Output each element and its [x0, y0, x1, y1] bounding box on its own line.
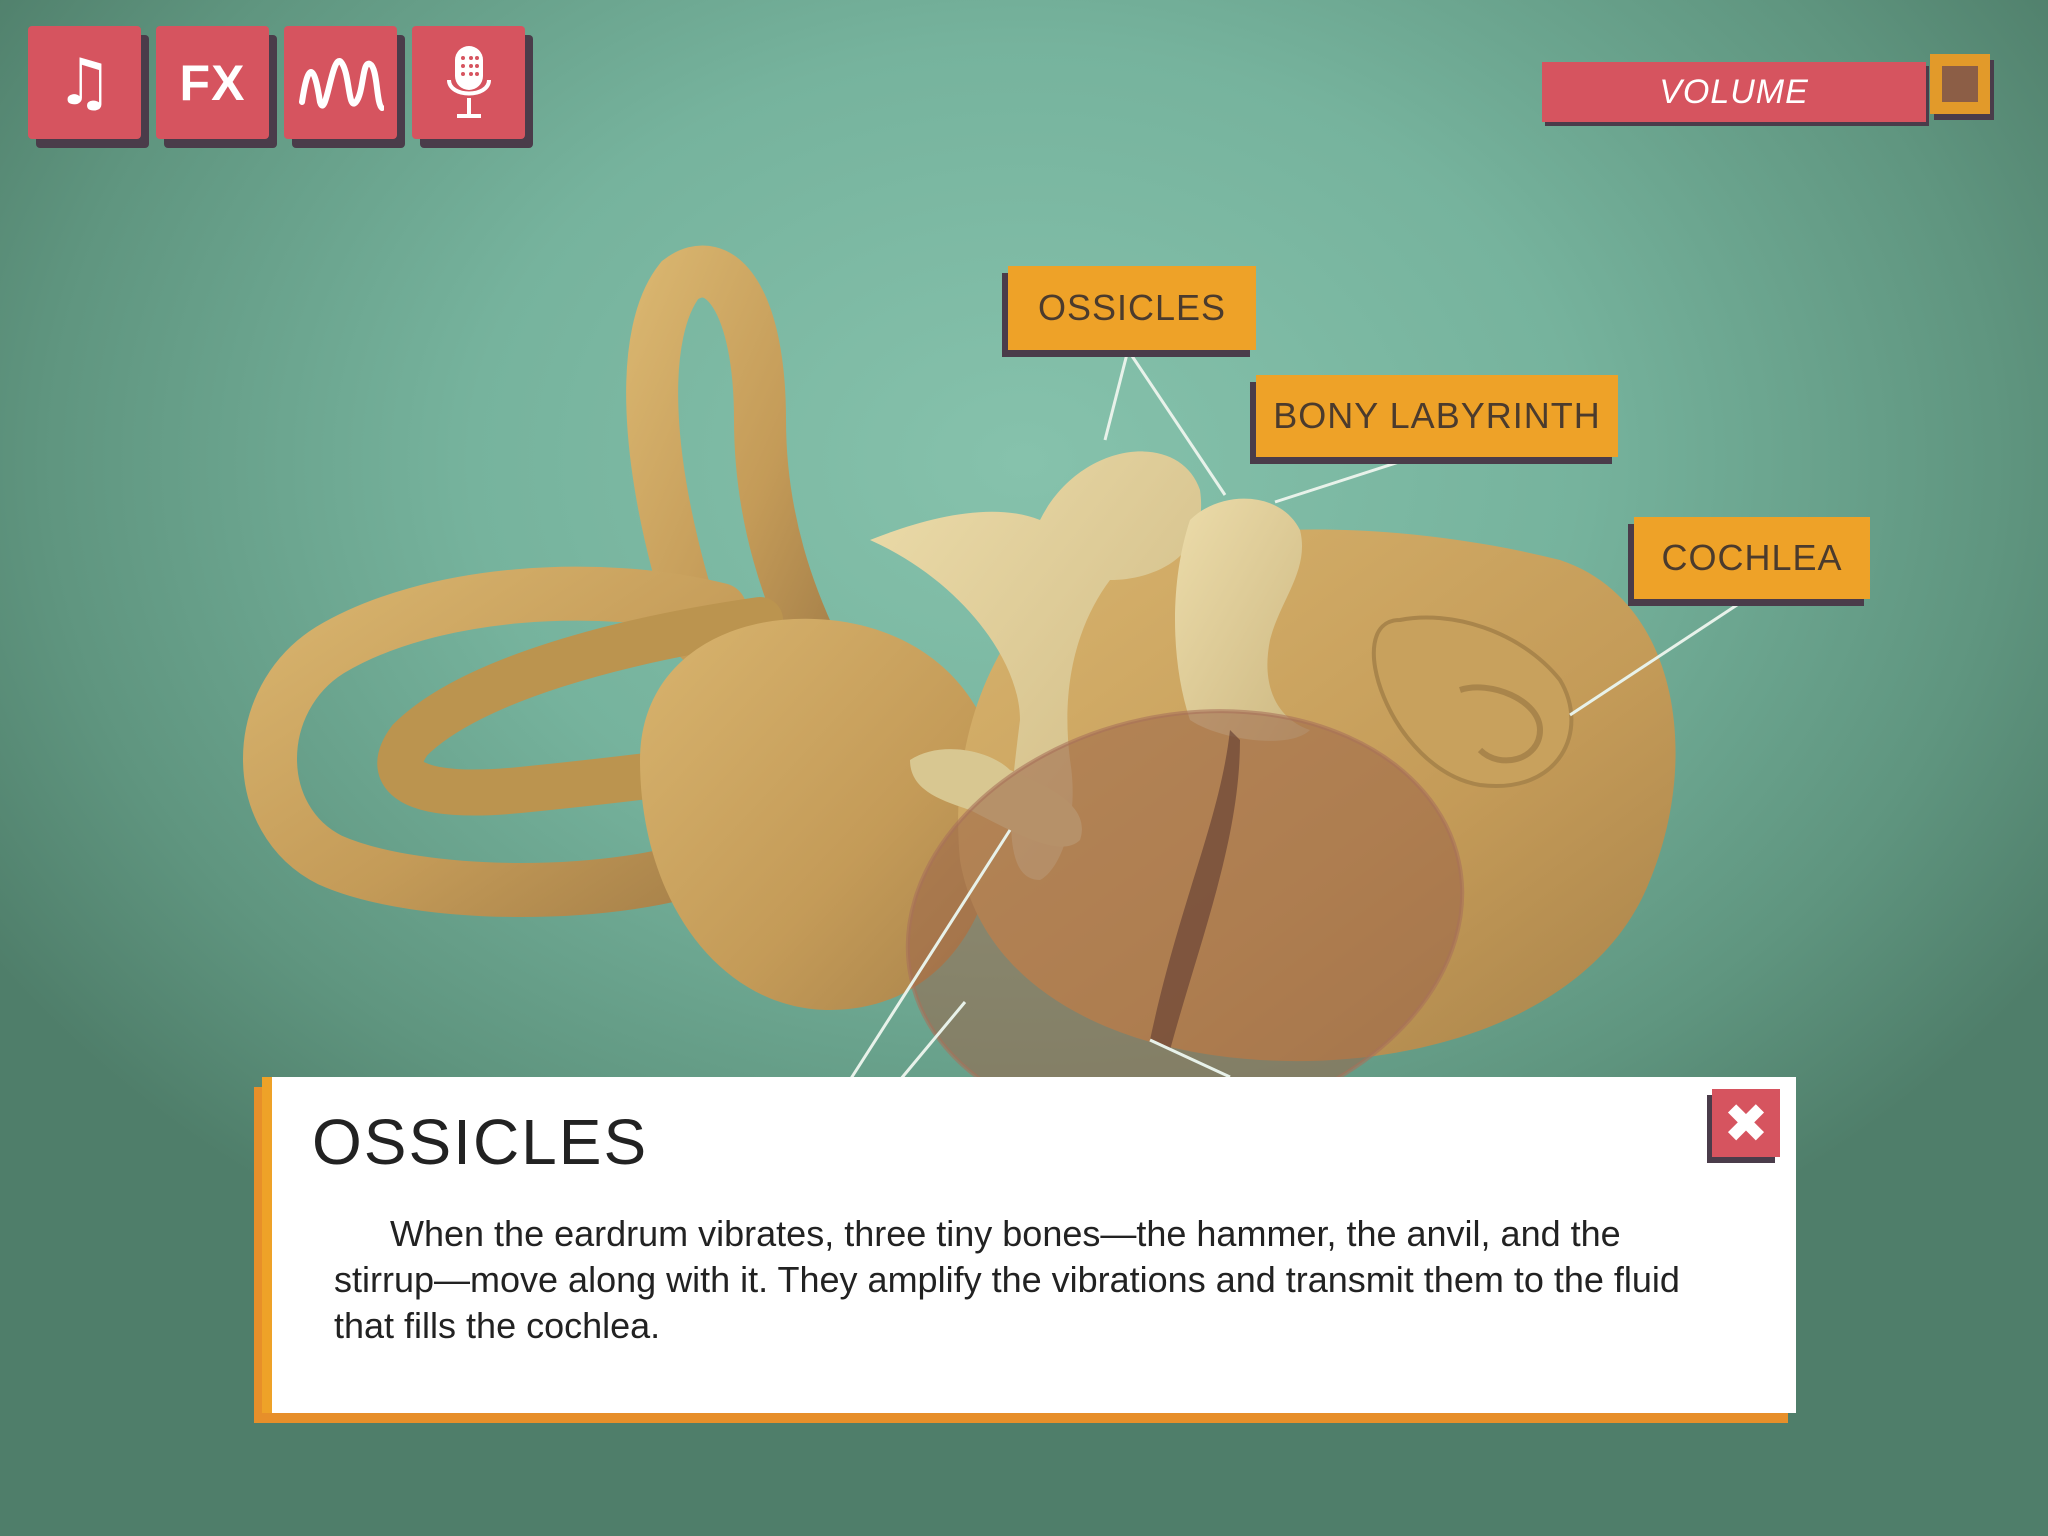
volume-label: VOLUME: [1659, 72, 1809, 111]
label-bony-labyrinth-text: BONY LABYRINTH: [1273, 395, 1601, 436]
label-cochlea[interactable]: COCHLEA: [1634, 517, 1870, 599]
label-ossicles[interactable]: OSSICLES: [1008, 266, 1256, 350]
close-icon: ✖: [1723, 1091, 1769, 1155]
label-ossicles-text: OSSICLES: [1037, 287, 1227, 328]
waveform-icon: [298, 57, 384, 111]
volume-knob[interactable]: [1930, 54, 1990, 114]
music-button[interactable]: ♫: [28, 26, 141, 139]
waveform-button[interactable]: [284, 26, 397, 139]
info-panel: OSSICLES ✖ When the eardrum vibrates, th…: [262, 1077, 1796, 1413]
label-bony-labyrinth[interactable]: BONY LABYRINTH: [1256, 375, 1618, 457]
audio-toolbar: ♫ FX: [28, 26, 538, 151]
fx-label: FX: [179, 54, 246, 111]
voice-button[interactable]: [412, 26, 525, 139]
volume-slider[interactable]: VOLUME: [1542, 62, 1926, 122]
info-panel-title: OSSICLES: [312, 1106, 649, 1178]
microphone-icon: [446, 45, 491, 118]
music-note-icon: ♫: [55, 45, 114, 120]
fx-button[interactable]: FX: [156, 26, 269, 139]
info-panel-body: When the eardrum vibrates, three tiny bo…: [334, 1213, 1680, 1346]
volume-knob-center: [1942, 66, 1978, 102]
volume-control: VOLUME: [1542, 54, 1995, 130]
close-button[interactable]: ✖: [1712, 1089, 1780, 1157]
label-cochlea-text: COCHLEA: [1661, 537, 1843, 578]
